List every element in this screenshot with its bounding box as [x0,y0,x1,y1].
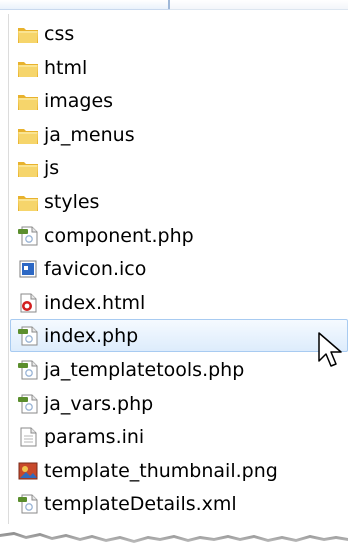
php-file-icon [17,360,39,380]
item-label: ja_menus [44,123,135,146]
item-label: ja_templatetools.php [44,359,245,381]
folder-icon [17,125,39,145]
folder-item[interactable]: ja_menus [10,118,348,151]
folder-icon [17,91,39,111]
name-column-header[interactable] [0,0,170,10]
php-file-icon [17,394,39,414]
folder-item[interactable]: css [10,17,348,50]
ini-file-icon [17,427,39,447]
item-label: templateDetails.xml [44,493,237,516]
item-label: images [44,90,114,113]
file-item[interactable]: index.html [10,286,348,319]
folder-item[interactable]: html [10,51,348,84]
item-label: js [44,157,60,180]
item-label: component.php [44,224,194,247]
ico-file-icon [17,259,39,279]
item-label: index.html [44,291,146,314]
file-item[interactable]: params.ini [10,420,348,453]
folder-icon [17,24,39,44]
item-label: html [44,56,88,79]
file-item[interactable]: favicon.ico [10,252,348,285]
xml-file-icon [17,494,39,514]
folder-icon [17,158,39,178]
file-item[interactable]: template_thumbnail.png [10,454,348,487]
folder-icon [17,58,39,78]
folder-item[interactable]: js [10,151,348,184]
item-label: template_thumbnail.png [44,459,278,482]
folder-icon [17,192,39,212]
item-label: css [44,23,75,45]
image-file-icon [17,461,39,481]
item-label: params.ini [44,426,145,449]
torn-paper-edge [0,532,348,559]
column-header-strip [0,0,348,14]
html-file-icon [17,293,39,313]
file-item[interactable]: ja_templatetools.php [10,353,348,386]
item-label: styles [44,191,100,213]
file-item[interactable]: templateDetails.xml [10,487,348,520]
file-item[interactable]: component.php [10,219,348,252]
item-label: ja_vars.php [44,392,154,415]
file-list-panel: css html images ja_menusjs styles component.p… [0,0,348,559]
mouse-cursor-icon [318,332,342,367]
file-item[interactable]: index.php [10,319,348,353]
item-label: favicon.ico [44,258,147,281]
php-file-icon [17,226,39,246]
next-column-header[interactable] [170,0,348,10]
item-label: index.php [44,325,139,348]
folder-item[interactable]: images [10,84,348,117]
php-file-icon [17,326,39,346]
folder-item[interactable]: styles [10,185,348,218]
file-item[interactable]: ja_vars.php [10,387,348,420]
panel-left-border [8,14,9,524]
